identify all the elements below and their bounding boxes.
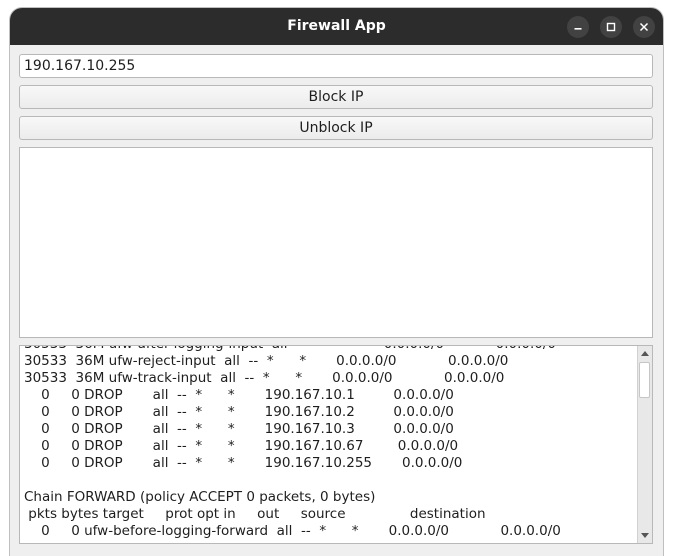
output-line: 30533 36M ufw-after-logging-input all --…	[24, 346, 556, 352]
window-title: Firewall App	[287, 18, 386, 34]
app-window: Firewall App Block IP Unblock IP 30533 3…	[10, 8, 663, 556]
firewall-output-text: 30533 36M ufw-after-logging-input all --…	[24, 346, 636, 540]
output-line: 0 0 DROP all -- * * 190.167.10.255 0.0.0…	[24, 455, 463, 471]
block-ip-button[interactable]: Block IP	[19, 85, 653, 109]
arrow-down-icon	[641, 533, 649, 538]
minimize-button[interactable]	[567, 16, 589, 38]
output-scrollbar[interactable]	[637, 346, 652, 543]
minimize-icon	[574, 28, 582, 30]
scroll-down-button[interactable]	[638, 529, 652, 543]
title-bar[interactable]: Firewall App	[10, 8, 663, 45]
output-line: 30533 36M ufw-reject-input all -- * * 0.…	[24, 353, 509, 369]
maximize-icon	[606, 22, 616, 32]
output-line: pkts bytes target prot opt in out source…	[24, 506, 486, 522]
close-button[interactable]	[633, 16, 655, 38]
status-text-area[interactable]	[19, 147, 653, 338]
output-line: 30533 36M ufw-track-input all -- * * 0.0…	[24, 370, 505, 386]
output-line: 0 0 DROP all -- * * 190.167.10.2 0.0.0.0…	[24, 404, 454, 420]
unblock-ip-button[interactable]: Unblock IP	[19, 116, 653, 140]
output-line: 0 0 ufw-before-logging-forward all -- * …	[24, 523, 561, 539]
firewall-output-area[interactable]: 30533 36M ufw-after-logging-input all --…	[19, 345, 653, 544]
output-line: Chain FORWARD (policy ACCEPT 0 packets, …	[24, 489, 376, 505]
output-line: 0 0 DROP all -- * * 190.167.10.1 0.0.0.0…	[24, 387, 454, 403]
output-line: 0 0 DROP all -- * * 190.167.10.3 0.0.0.0…	[24, 421, 454, 437]
main-content: Block IP Unblock IP 30533 36M ufw-after-…	[10, 45, 663, 556]
maximize-button[interactable]	[600, 16, 622, 38]
output-line: 0 0 DROP all -- * * 190.167.10.67 0.0.0.…	[24, 438, 459, 454]
ip-address-input[interactable]	[19, 54, 653, 78]
close-icon	[639, 22, 649, 32]
scroll-thumb[interactable]	[639, 362, 650, 398]
arrow-up-icon	[641, 351, 649, 356]
scroll-up-button[interactable]	[638, 346, 652, 360]
